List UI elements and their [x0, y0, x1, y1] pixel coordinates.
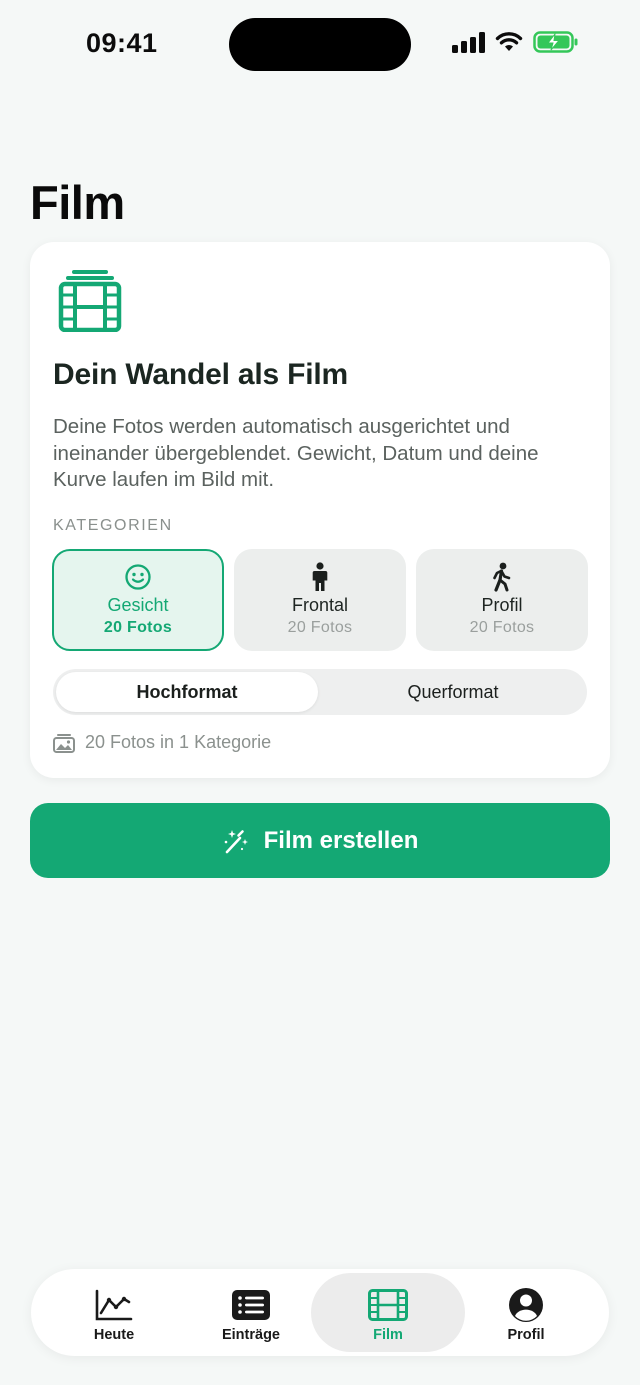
standing-person-icon [311, 562, 329, 591]
photo-stack-icon [53, 733, 75, 753]
category-count: 20 Fotos [469, 619, 535, 636]
card-description: Deine Fotos werden automatisch ausgerich… [53, 415, 539, 491]
status-icons [452, 31, 579, 53]
categories-label: KATEGORIEN [53, 517, 173, 534]
battery-charging-icon [533, 31, 578, 53]
format-option-hochformat[interactable]: Hochformat [56, 672, 318, 712]
category-name: Frontal [291, 595, 349, 615]
category-count: 20 Fotos [287, 619, 353, 636]
format-segmented-control: Hochformat Querformat [53, 669, 587, 715]
category-frontal[interactable]: Frontal 20 Fotos [234, 549, 406, 651]
card-title: Dein Wandel als Film [53, 358, 348, 391]
create-film-button[interactable]: Film erstellen [30, 803, 610, 878]
category-name: Profil [481, 595, 523, 615]
cellular-signal-icon [452, 31, 485, 53]
line-chart-icon [95, 1287, 133, 1323]
page-title: Film [30, 176, 125, 229]
tab-label: Einträge [221, 1327, 280, 1343]
tab-label: Heute [93, 1327, 135, 1343]
tab-profil[interactable]: Profil [449, 1273, 603, 1352]
film-icon [368, 1287, 408, 1323]
create-film-label: Film erstellen [263, 826, 419, 854]
photo-summary: 20 Fotos in 1 Kategorie [53, 732, 271, 753]
status-time: 09:41 [86, 28, 158, 58]
tab-heute[interactable]: Heute [37, 1273, 191, 1352]
walking-person-icon [490, 562, 514, 592]
film-stack-icon [58, 268, 122, 337]
magic-wand-icon [224, 829, 248, 853]
category-profil[interactable]: Profil 20 Fotos [416, 549, 588, 651]
category-gesicht[interactable]: Gesicht 20 Fotos [52, 549, 224, 651]
tab-film[interactable]: Film [311, 1273, 465, 1352]
tab-eintraege[interactable]: Einträge [174, 1273, 328, 1352]
wifi-icon [495, 32, 523, 51]
tab-bar: Heute Einträge Film Profil [31, 1269, 609, 1356]
dynamic-island [229, 18, 411, 71]
format-option-querformat[interactable]: Querformat [322, 672, 584, 712]
category-name: Gesicht [107, 595, 169, 615]
list-icon [231, 1287, 271, 1323]
smiley-face-icon [124, 563, 152, 591]
film-card: Dein Wandel als Film Deine Fotos werden … [30, 242, 610, 778]
tab-label: Film [373, 1327, 403, 1343]
photo-summary-text: 20 Fotos in 1 Kategorie [85, 732, 272, 752]
category-count: 20 Fotos [103, 619, 173, 636]
person-circle-icon [508, 1287, 544, 1323]
tab-label: Profil [507, 1327, 545, 1343]
